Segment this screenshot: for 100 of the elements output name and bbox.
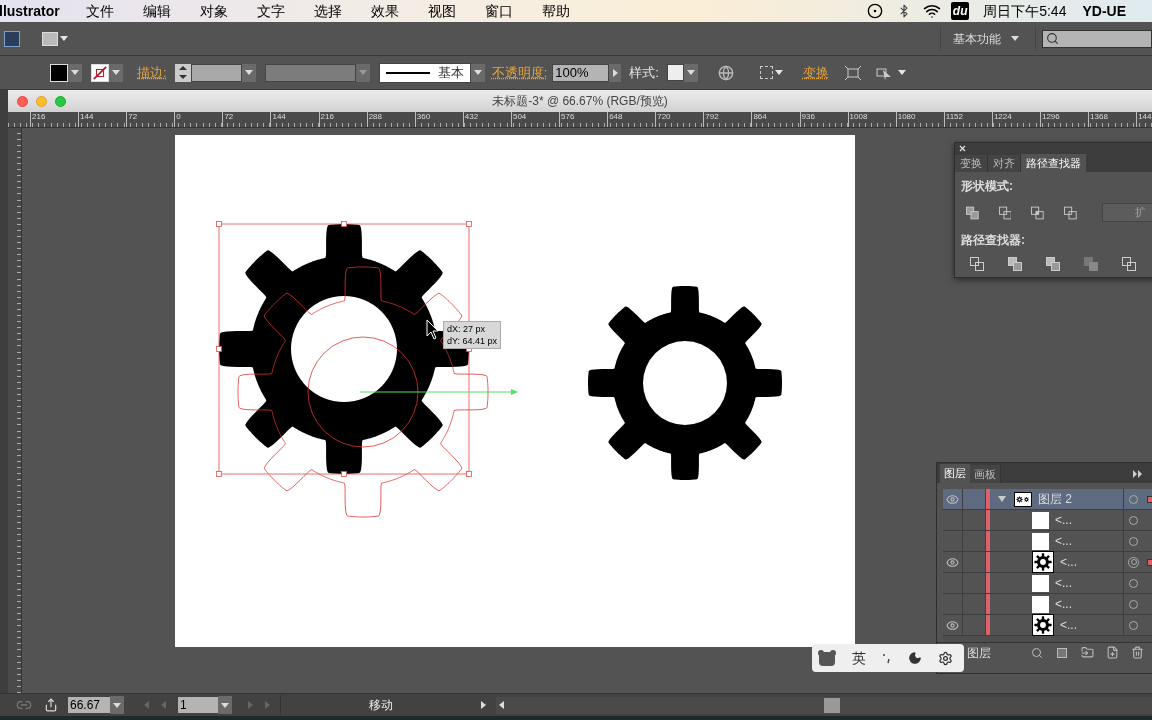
selection-indicator[interactable] [1146, 495, 1152, 503]
layer-row[interactable]: <... [943, 510, 1152, 531]
gear-shape[interactable] [588, 286, 782, 480]
wifi-icon[interactable] [923, 2, 942, 20]
stroke-weight-field[interactable] [190, 63, 242, 82]
dropdown-button[interactable] [110, 696, 124, 714]
menu-item[interactable]: 对象 [191, 0, 236, 22]
search-icon[interactable] [1031, 646, 1043, 659]
ruler-label: 360 [416, 112, 432, 121]
menu-item[interactable]: 帮助 [533, 0, 578, 22]
dropdown-button[interactable] [218, 696, 232, 714]
stroke-none-swatch[interactable] [91, 63, 109, 82]
layer-name[interactable]: <... [1055, 532, 1115, 550]
moon-icon[interactable] [908, 651, 922, 665]
layer-name[interactable]: <... [1060, 553, 1120, 571]
arrange-documents-button[interactable] [42, 31, 68, 46]
horizontal-scrollbar[interactable] [496, 696, 1152, 714]
workspace-switcher[interactable]: 基本功能 [953, 29, 1019, 48]
outline-icon[interactable] [1122, 257, 1136, 271]
scrollbar-thumb[interactable] [824, 697, 840, 713]
user-name[interactable]: YD-UE [1082, 0, 1126, 22]
opacity-label[interactable]: 不透明度: [491, 62, 548, 83]
menu-item[interactable]: 文件 [77, 0, 122, 22]
app-name[interactable]: llustrator [0, 0, 60, 22]
new-sublayer-icon[interactable] [1081, 646, 1094, 659]
app-icon[interactable] [4, 30, 20, 47]
merge-icon[interactable] [1046, 257, 1060, 271]
new-layer-icon[interactable] [1106, 646, 1119, 659]
search-field[interactable] [1042, 29, 1152, 48]
stroke-weight-stepper[interactable] [174, 63, 191, 82]
input-method-badge[interactable]: du [951, 2, 970, 20]
dropdown-button[interactable] [68, 63, 82, 82]
align-to-selection-button[interactable] [759, 66, 783, 79]
make-clipping-mask-icon[interactable] [1057, 647, 1067, 658]
unite-icon[interactable] [966, 205, 979, 220]
close-window-button[interactable] [17, 96, 28, 107]
opacity-field[interactable]: 100% [552, 63, 610, 82]
record-icon[interactable] [867, 3, 884, 19]
brush-definition-field[interactable]: 基本 [378, 62, 471, 83]
bear-logo-icon[interactable] [818, 650, 836, 666]
layer-row[interactable]: <... [943, 594, 1152, 615]
layer-row[interactable]: <... [943, 615, 1152, 636]
close-icon[interactable] [959, 145, 966, 152]
selection-indicator[interactable] [1146, 558, 1152, 566]
zoom-field[interactable]: 66.67 [68, 697, 110, 713]
layer-name[interactable]: <... [1055, 595, 1115, 613]
expand-triangle-icon[interactable] [998, 495, 1006, 503]
layer-row[interactable]: <... [943, 552, 1152, 573]
isolate-icon[interactable] [844, 65, 861, 80]
delete-icon[interactable] [1131, 646, 1144, 659]
variable-width-field[interactable] [264, 63, 356, 82]
input-language-toggle[interactable]: 英 [852, 647, 866, 669]
current-tool-label[interactable]: 移动 [281, 696, 481, 714]
caret-right-icon [612, 68, 618, 77]
menu-item[interactable]: 视图 [419, 0, 464, 22]
menu-item[interactable]: 选择 [305, 0, 350, 22]
visibility-eye-icon[interactable] [946, 492, 959, 506]
increase-arrow-icon[interactable] [178, 66, 187, 70]
layer-name[interactable]: <... [1055, 511, 1115, 529]
punctuation-icon[interactable] [882, 652, 892, 664]
exclude-icon[interactable] [1063, 205, 1077, 220]
settings-icon[interactable] [938, 650, 953, 666]
share-icon[interactable] [44, 698, 58, 712]
menu-clock[interactable]: 周日下午5:44 [983, 0, 1067, 22]
layer-name[interactable]: 图层 2 [1038, 490, 1098, 508]
stroke-label[interactable]: 描边: [137, 62, 167, 83]
layer-row[interactable]: <... [943, 531, 1152, 552]
caret-down-icon [686, 70, 695, 75]
graphic-style-swatch[interactable] [666, 64, 684, 81]
dropdown-button[interactable] [109, 63, 123, 82]
layer-name[interactable]: <... [1060, 616, 1120, 634]
zoom-window-button[interactable] [55, 96, 66, 107]
panel-tab[interactable]: 变换 [955, 155, 988, 172]
visibility-eye-icon[interactable] [946, 555, 959, 569]
trim-icon[interactable] [1008, 257, 1022, 271]
panel-collapse-icon[interactable] [1133, 470, 1143, 478]
layer-name[interactable]: <... [1055, 574, 1115, 592]
layer-row[interactable]: 图层 2 [943, 489, 1152, 510]
visibility-eye-icon[interactable] [946, 618, 959, 632]
style-label: 样式: [629, 63, 659, 82]
select-similar-button[interactable] [875, 65, 906, 80]
transform-label[interactable]: 变换 [802, 62, 829, 83]
crop-icon[interactable] [1084, 257, 1098, 271]
divide-icon[interactable] [970, 257, 984, 271]
layer-row[interactable]: <... [943, 573, 1152, 594]
intersect-icon[interactable] [1031, 205, 1044, 220]
panel-tab[interactable]: 路径查找器 [1021, 154, 1086, 172]
menu-item[interactable]: 编辑 [134, 0, 179, 22]
fill-swatch[interactable] [50, 63, 68, 82]
panel-tab[interactable]: 对齐 [988, 155, 1021, 172]
panel-tab[interactable]: 画板 [970, 465, 1001, 483]
menu-item[interactable]: 窗口 [476, 0, 521, 22]
panel-tab[interactable]: 图层 [940, 464, 970, 483]
page-field[interactable]: 1 [178, 697, 218, 713]
minus-front-icon[interactable] [998, 205, 1012, 220]
status-menu-icon[interactable] [481, 701, 486, 709]
decrease-arrow-icon[interactable] [178, 75, 187, 79]
menu-item[interactable]: 文字 [248, 0, 293, 22]
menu-item[interactable]: 效果 [362, 0, 407, 22]
recolor-artwork-icon[interactable] [717, 64, 734, 81]
